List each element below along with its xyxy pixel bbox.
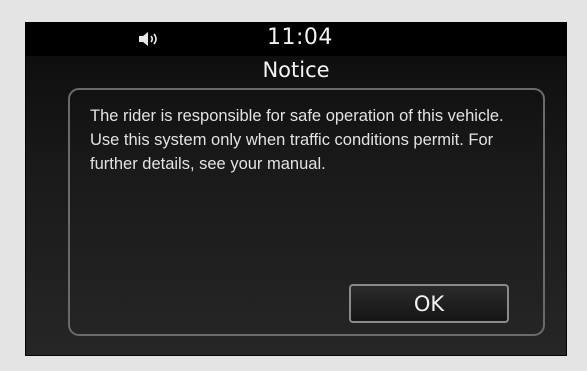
ok-button[interactable]: OK — [349, 284, 509, 323]
dialog-message: The rider is responsible for safe operat… — [90, 107, 504, 173]
speaker-volume-icon[interactable] — [138, 31, 160, 47]
notice-dialog: The rider is responsible for safe operat… — [68, 88, 545, 336]
display-screen: 11:04 Notice The rider is responsible fo… — [25, 22, 567, 356]
clock-time: 11:04 — [267, 25, 333, 50]
status-bar: 11:04 — [25, 22, 567, 56]
dialog-title: Notice — [262, 58, 330, 82]
